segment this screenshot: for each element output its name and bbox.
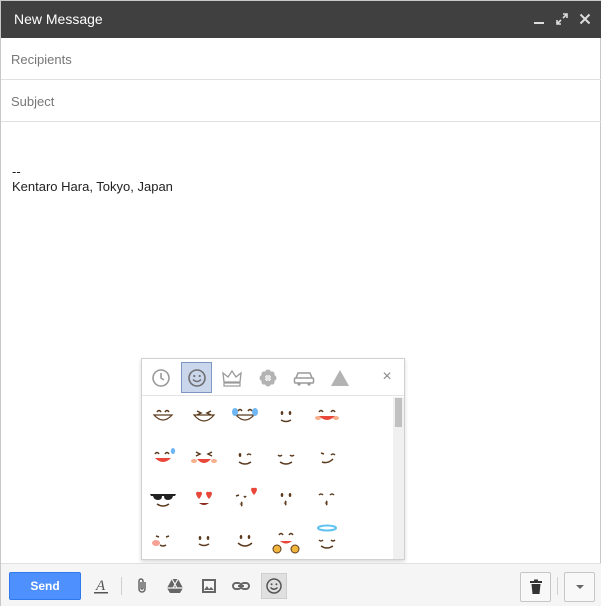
formatting-icon[interactable]: A [88, 573, 114, 599]
compose-window: New Message -- Kentaro Hara, Tokyo, Japa… [0, 0, 601, 606]
slightly-smiling-blush[interactable] [269, 399, 303, 433]
link-icon[interactable] [228, 573, 254, 599]
smiling-happy[interactable] [310, 399, 344, 433]
signature-text: Kentaro Hara, Tokyo, Japan [12, 179, 173, 194]
hugging-blush[interactable] [146, 523, 180, 557]
recipients-input[interactable] [11, 49, 586, 69]
hugging-hands[interactable] [269, 523, 303, 557]
recent-icon[interactable] [145, 362, 176, 393]
sweat-smile[interactable] [146, 441, 180, 475]
svg-text:A: A [95, 578, 106, 594]
grinning-face[interactable] [146, 399, 180, 433]
smirking-wink[interactable] [310, 441, 344, 475]
emoji-picker: × [141, 358, 405, 560]
photo-icon[interactable] [196, 573, 222, 599]
car-icon[interactable] [288, 362, 319, 393]
emoji-picker-close-icon[interactable]: × [378, 368, 396, 386]
crown-icon[interactable] [216, 362, 247, 393]
compose-toolbar: Send A [1, 563, 601, 606]
slightly-smiling[interactable] [187, 523, 221, 557]
close-icon[interactable] [575, 9, 595, 29]
emoji-category-tabs: × [142, 359, 404, 396]
more-options-button[interactable] [564, 572, 595, 602]
drive-icon[interactable] [162, 573, 188, 599]
discard-button[interactable] [520, 572, 551, 602]
sunglasses-face[interactable] [146, 482, 180, 516]
tears-of-joy[interactable] [228, 399, 262, 433]
kissing-heart[interactable] [228, 482, 262, 516]
halo-face[interactable] [310, 523, 344, 557]
emoji-icon[interactable] [261, 573, 287, 599]
heart-eyes[interactable] [187, 482, 221, 516]
emoji-scroll-thumb[interactable] [395, 398, 402, 427]
signature: -- Kentaro Hara, Tokyo, Japan [12, 164, 173, 194]
smiling-face[interactable] [228, 523, 262, 557]
squinting-laughing[interactable] [187, 441, 221, 475]
relieved-face[interactable] [269, 441, 303, 475]
smiley-icon[interactable] [181, 362, 212, 393]
subject-input[interactable] [11, 91, 586, 111]
subject-row [1, 80, 601, 122]
emoji-grid [142, 397, 392, 559]
emoji-scrollbar[interactable] [393, 397, 404, 559]
winking-face[interactable] [228, 441, 262, 475]
signature-separator: -- [12, 164, 21, 179]
trash-icon [529, 579, 542, 594]
chevron-down-icon [575, 585, 584, 589]
grinning-squinting-teeth[interactable] [187, 399, 221, 433]
kissing-face[interactable] [269, 482, 303, 516]
compose-titlebar[interactable]: New Message [1, 1, 601, 38]
flower-icon[interactable] [252, 362, 283, 393]
kissing-closed-eyes[interactable] [310, 482, 344, 516]
minimize-icon[interactable] [529, 9, 549, 29]
maximize-icon[interactable] [552, 9, 572, 29]
send-button[interactable]: Send [9, 572, 81, 600]
attach-icon[interactable] [130, 573, 156, 599]
toolbar-divider [557, 577, 558, 595]
triangle-icon[interactable] [324, 362, 355, 393]
toolbar-divider [121, 577, 122, 595]
compose-title: New Message [14, 11, 103, 27]
recipients-row [1, 38, 601, 80]
